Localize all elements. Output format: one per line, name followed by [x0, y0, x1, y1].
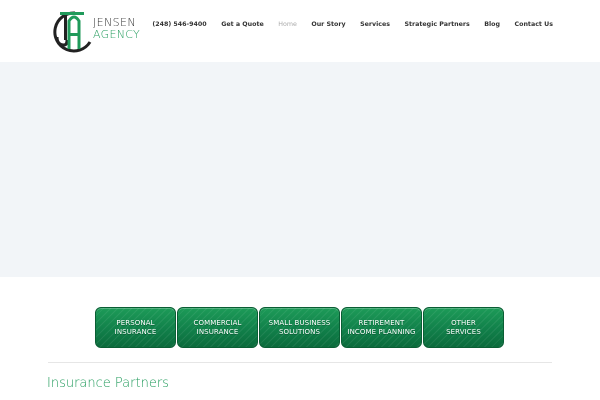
logo-line-jensen: JENSEN	[93, 16, 136, 29]
site-header: JENSEN AGENCY (248) 546-9400 Get a Quote…	[0, 0, 600, 62]
nav-strategic-partners[interactable]: Strategic Partners	[405, 21, 470, 28]
logo-mark-icon	[53, 11, 92, 53]
services-button-row: PERSONAL INSURANCE COMMERCIAL INSURANCE …	[95, 307, 505, 348]
retirement-income-planning-button[interactable]: RETIREMENT INCOME PLANNING	[341, 307, 422, 348]
service-button-label: RETIREMENT INCOME PLANNING	[347, 319, 416, 336]
main-nav: (248) 546-9400 Get a Quote Home Our Stor…	[152, 18, 553, 30]
service-button-label: PERSONAL INSURANCE	[114, 319, 157, 336]
commercial-insurance-button[interactable]: COMMERCIAL INSURANCE	[177, 307, 258, 348]
section-divider	[48, 362, 552, 363]
nav-blog[interactable]: Blog	[484, 21, 500, 28]
service-button-label: OTHER SERVICES	[446, 319, 481, 336]
hero-banner	[0, 62, 600, 277]
nav-services[interactable]: Services	[360, 21, 390, 28]
nav-our-story[interactable]: Our Story	[311, 21, 345, 28]
nav-phone[interactable]: (248) 546-9400	[152, 21, 206, 28]
nav-home[interactable]: Home	[278, 21, 297, 28]
nav-get-a-quote[interactable]: Get a Quote	[221, 21, 264, 28]
nav-contact-us[interactable]: Contact Us	[515, 21, 554, 28]
other-services-button[interactable]: OTHER SERVICES	[423, 307, 504, 348]
jensen-agency-logo[interactable]: JENSEN AGENCY	[48, 9, 160, 53]
service-button-label: SMALL BUSINESS SOLUTIONS	[268, 319, 331, 336]
logo-text: JENSEN AGENCY	[93, 17, 140, 40]
service-button-label: COMMERCIAL INSURANCE	[193, 319, 242, 336]
insurance-partners-heading: Insurance Partners	[47, 376, 169, 391]
small-business-solutions-button[interactable]: SMALL BUSINESS SOLUTIONS	[259, 307, 340, 348]
logo-line-agency: AGENCY	[93, 28, 141, 41]
personal-insurance-button[interactable]: PERSONAL INSURANCE	[95, 307, 176, 348]
